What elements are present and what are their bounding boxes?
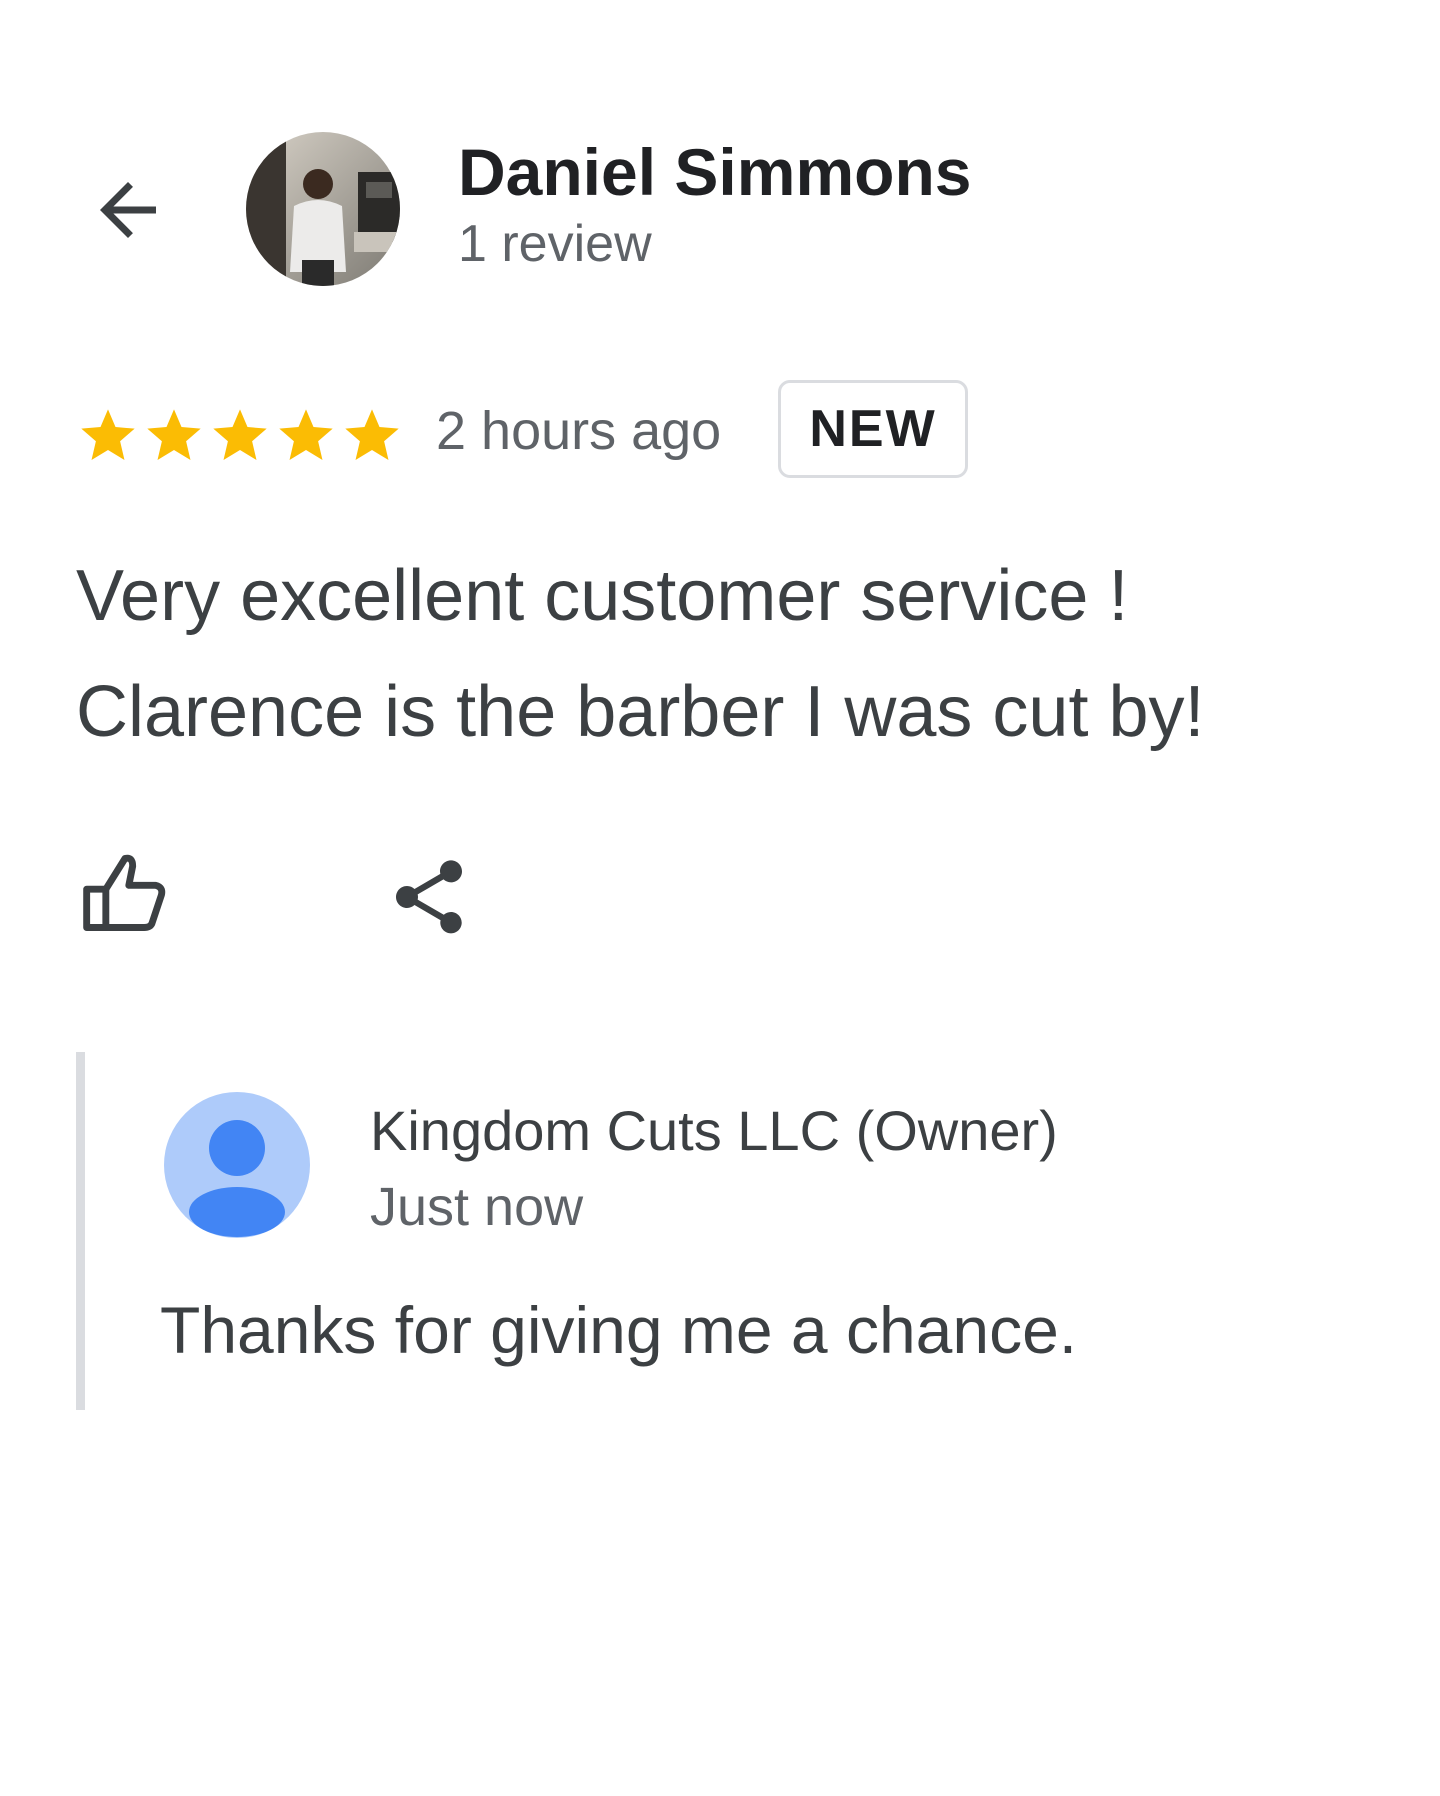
reviewer-name[interactable]: Daniel Simmons: [458, 134, 971, 210]
star-icon: [213, 409, 267, 460]
review-text-line: Very excellent customer service !: [76, 556, 1129, 636]
reviewer-avatar[interactable]: [246, 132, 400, 286]
back-button[interactable]: [78, 160, 178, 260]
thumbs-up-icon: [83, 854, 166, 931]
star-icon: [81, 409, 135, 460]
star-icon: [345, 409, 399, 460]
share-icon: [396, 860, 462, 934]
like-button[interactable]: [70, 838, 180, 948]
review-text: Very excellent customer service ! Claren…: [76, 538, 1376, 770]
owner-name: Kingdom Cuts LLC (Owner): [370, 1099, 1058, 1162]
owner-reply-timestamp: Just now: [370, 1177, 584, 1237]
star-icon: [147, 409, 201, 460]
share-button[interactable]: [374, 842, 484, 952]
review-timestamp: 2 hours ago: [436, 401, 722, 461]
reviewer-photo: [246, 132, 400, 286]
reply-divider: [76, 1052, 85, 1410]
person-icon: [164, 1092, 310, 1238]
new-badge: NEW: [778, 380, 968, 478]
star-rating: [76, 404, 404, 468]
reviewer-review-count: 1 review: [458, 215, 652, 273]
star-icon: [279, 409, 333, 460]
owner-avatar: [164, 1092, 310, 1238]
owner-reply-text: Thanks for giving me a chance.: [160, 1293, 1078, 1367]
review-text-line: Clarence is the barber I was cut by!: [76, 672, 1205, 752]
arrow-back-icon: [100, 182, 156, 238]
